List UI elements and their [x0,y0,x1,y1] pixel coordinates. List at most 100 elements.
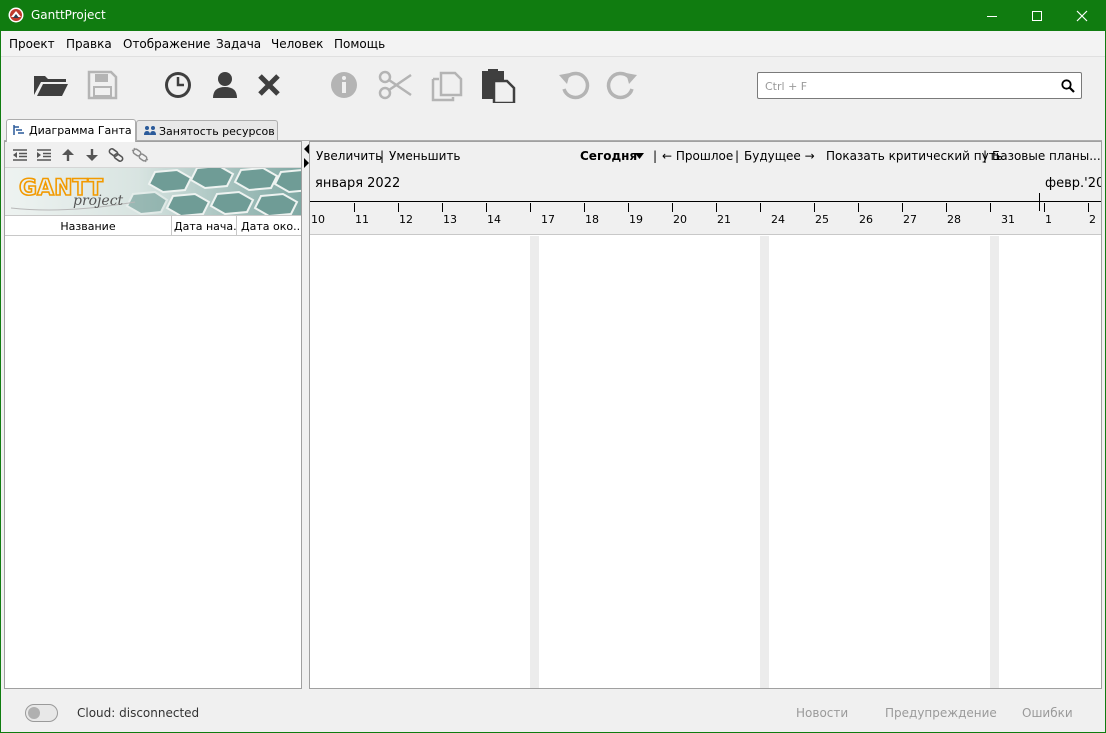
month-label-february: февр.'20 [1045,176,1102,191]
day-label: 13 [443,213,457,226]
ganttproject-logo-icon [8,7,24,23]
menu-help[interactable]: Помощь [334,37,385,51]
open-project-button[interactable] [31,67,71,103]
paste-button[interactable] [479,67,519,103]
maximize-button[interactable] [1014,0,1060,31]
day-label: 27 [903,213,917,226]
task-tree-toolbar [5,142,301,168]
undo-button[interactable] [556,67,596,103]
search-icon[interactable] [1061,79,1075,93]
undo-icon [559,71,590,100]
zoom-in-link[interactable]: Увеличить [316,149,382,163]
day-label: 2 [1089,213,1096,226]
errors-link[interactable]: Ошибки [1022,706,1073,720]
day-tick [990,203,991,212]
menu-project[interactable]: Проект [9,37,55,51]
tab-gantt-chart-label: Диаграмма Ганта [29,124,132,137]
ganttproject-logo-banner: GANTT project [5,168,301,215]
search-box [757,72,1082,99]
menu-edit[interactable]: Правка [66,37,112,51]
weekend-band [760,236,769,688]
day-tick [584,203,585,212]
title-bar: GanttProject [0,0,1106,31]
weekend-band [530,236,539,688]
new-resource-button[interactable] [206,67,246,103]
day-tick [858,203,859,212]
month-label-january: января 2022 [315,176,401,191]
day-tick [486,203,487,212]
floppy-disk-icon [87,70,118,100]
copy-button[interactable] [429,67,469,103]
window-title: GanttProject [31,8,106,22]
link-icon[interactable] [107,147,125,163]
delete-button[interactable] [251,67,291,103]
warnings-link[interactable]: Предупреждение [885,706,997,720]
cloud-toggle[interactable] [25,704,58,722]
weekend-band [990,236,999,688]
cloud-status-label: Cloud: disconnected [77,706,200,720]
menu-view[interactable]: Отображение [123,37,210,51]
day-tick [442,203,443,212]
day-label: 21 [717,213,731,226]
day-label: 11 [355,213,369,226]
day-label: 19 [629,213,643,226]
past-link[interactable]: ← Прошлое [662,149,733,163]
cross-icon [258,74,280,96]
info-icon [331,72,357,98]
view-tabs: Диаграмма Ганта Занятость ресурсов [1,117,1105,142]
chevron-down-icon[interactable] [635,153,644,159]
separator: | [380,149,385,163]
zoom-out-link[interactable]: Уменьшить [389,149,461,163]
day-label: 31 [1001,213,1015,226]
gantt-chart-area[interactable] [310,236,1101,688]
gantt-toolbar: Увеличить | Уменьшить Сегодня | ← Прошло… [310,142,1101,169]
menu-human[interactable]: Человек [271,37,323,51]
tab-gantt-chart[interactable]: Диаграмма Ганта [6,119,136,142]
task-table-header: Название Дата нача... Дата око... [5,215,301,236]
maximize-icon [1032,11,1042,21]
separator: | [653,149,658,163]
arrow-up-icon[interactable] [59,147,77,163]
news-link[interactable]: Новости [796,706,848,720]
unlink-icon[interactable] [131,147,149,163]
new-task-button[interactable] [159,67,199,103]
day-label: 10 [311,213,325,226]
person-icon [213,72,237,98]
future-link[interactable]: Будущее → [744,149,815,163]
column-header-name[interactable]: Название [5,216,172,236]
status-bar: Cloud: disconnected Новости Предупрежден… [1,693,1105,732]
day-tick [354,203,355,212]
day-tick [530,203,531,212]
separator: | [735,149,740,163]
redo-button[interactable] [604,67,644,103]
save-project-button[interactable] [85,67,125,103]
menu-bar: Проект Правка Отображение Задача Человек… [1,31,1105,57]
day-tick [902,203,903,212]
menu-task[interactable]: Задача [216,37,261,51]
day-tick [716,203,717,212]
day-tick [398,203,399,212]
minimize-button[interactable] [969,0,1015,31]
day-tick [946,203,947,212]
tab-resource-load[interactable]: Занятость ресурсов [136,120,278,142]
task-tree-panel: GANTT project Название Дата нача... Дата… [4,141,302,689]
arrow-down-icon[interactable] [83,147,101,163]
day-tick [814,203,815,212]
critical-path-link[interactable]: Показать критический путь [826,149,1003,163]
day-label: 1 [1045,213,1052,226]
cut-button[interactable] [376,67,416,103]
search-input[interactable] [765,78,1055,94]
column-header-start-date[interactable]: Дата нача... [172,216,237,236]
indent-icon[interactable] [35,147,53,163]
outdent-icon[interactable] [11,147,29,163]
day-label: 25 [815,213,829,226]
baselines-link[interactable]: Базовые планы... [992,149,1101,163]
today-dropdown[interactable]: Сегодня [580,149,637,163]
logo-subword: project [73,193,124,209]
properties-button[interactable] [324,67,364,103]
close-window-button[interactable] [1059,0,1105,31]
day-tick [1044,203,1045,212]
column-header-end-date[interactable]: Дата око... [237,216,301,236]
month-start-tick [1039,193,1040,211]
day-label: 24 [771,213,785,226]
